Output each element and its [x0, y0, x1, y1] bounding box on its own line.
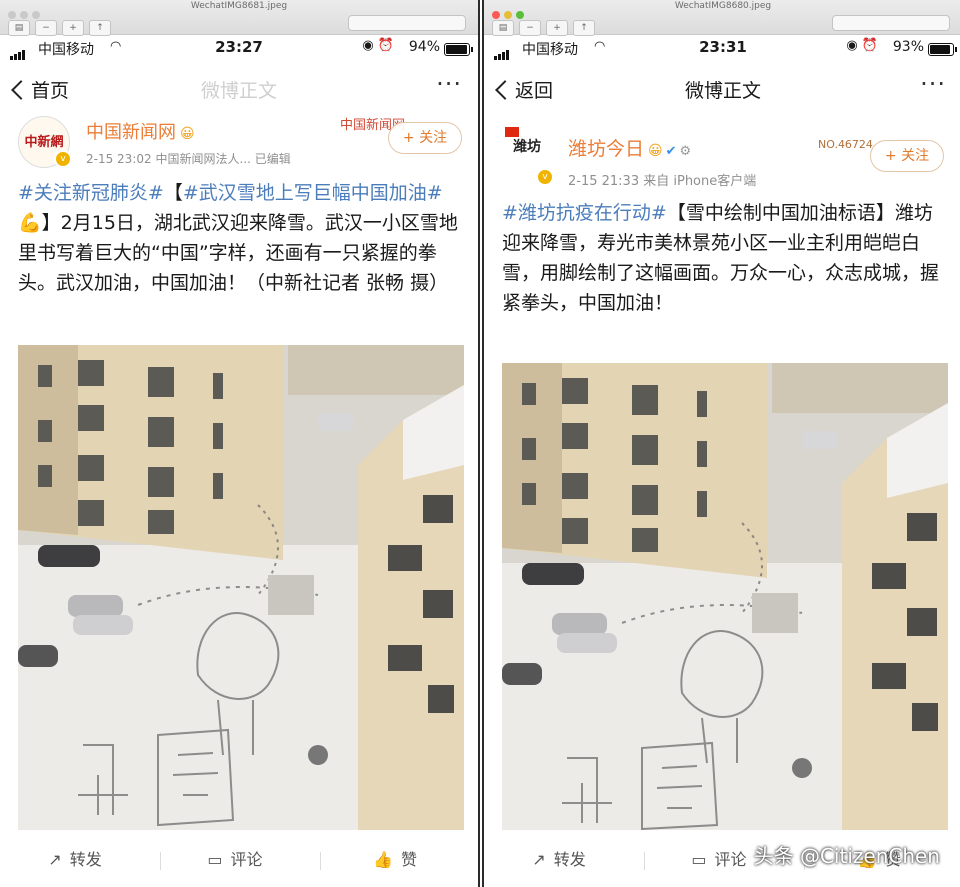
- battery-icon: [444, 43, 473, 56]
- snow-photo-illustration: [502, 363, 948, 830]
- avatar-logo-text: 中新網: [24, 135, 64, 150]
- verified-badge-icon: v: [54, 150, 72, 168]
- preview-window-toolbar: WechatIMG8681.jpeg ▤ − + ↑: [0, 0, 478, 36]
- preview-tools: ▤ − + ↑: [8, 15, 116, 36]
- avatar-logo-text: 潍坊: [513, 139, 541, 155]
- follow-button[interactable]: + 关注: [870, 140, 944, 172]
- flag-icon: [505, 127, 519, 137]
- battery-percentage: 93%: [892, 39, 924, 55]
- ios-status-bar: 中国移动 ◠ 23:31 ◉ ⏰ 93%: [484, 36, 960, 62]
- post-photo-snow-courtyard[interactable]: [502, 363, 948, 830]
- author-name[interactable]: 中国新闻网 😀: [86, 118, 195, 144]
- snow-photo-illustration: [18, 345, 464, 830]
- zoom-in-icon[interactable]: +: [546, 20, 568, 36]
- nav-title: 微博正文: [684, 80, 761, 102]
- window-filename: WechatIMG8680.jpeg: [674, 1, 772, 11]
- preview-tools: ▤ − + ↑: [492, 15, 600, 36]
- hashtag-link[interactable]: #武汉雪地上写巨幅中国加油#: [183, 182, 443, 204]
- alarm-icon: ◉ ⏰: [846, 38, 878, 53]
- comment-icon: ▭: [207, 850, 223, 869]
- zoom-out-icon[interactable]: −: [519, 20, 541, 36]
- level-badge-icon: ⚙: [679, 144, 692, 159]
- emoji-badge-icon: 😀: [648, 143, 663, 159]
- right-screenshot-panel: WechatIMG8680.jpeg ▤ − + ↑ 中国移动 ◠ 23:31 ◉ ⏰…: [482, 0, 960, 887]
- emoji-badge-icon: 😀: [180, 126, 195, 142]
- follow-button[interactable]: + 关注: [388, 122, 462, 154]
- hashtag-link[interactable]: #关注新冠肺炎#: [18, 182, 164, 204]
- like-button[interactable]: 👍 赞: [320, 846, 470, 870]
- repost-label: 转发: [553, 850, 586, 869]
- repost-button[interactable]: ↗ 转发: [484, 846, 634, 870]
- battery-percentage: 94%: [408, 39, 440, 55]
- share-icon[interactable]: ↑: [573, 20, 595, 36]
- repost-icon: ↗: [48, 850, 62, 869]
- status-time: 23:27: [215, 38, 263, 56]
- window-filename: WechatIMG8681.jpeg: [190, 1, 288, 11]
- ios-status-bar: 中国移动 ◠ 23:27 ◉ ⏰ 94%: [0, 36, 478, 62]
- alarm-icon: ◉ ⏰: [362, 38, 394, 53]
- preview-window-toolbar: WechatIMG8680.jpeg ▤ − + ↑: [484, 0, 960, 36]
- author-name[interactable]: 潍坊今日 😀 ✔ ⚙: [568, 134, 691, 161]
- post-body: #关注新冠肺炎#【#武汉雪地上写巨幅中国加油# 💪】2月15日，湖北武汉迎来降雪。…: [18, 178, 464, 298]
- window-search-field[interactable]: [832, 15, 950, 31]
- body-bracket: 【: [163, 182, 183, 204]
- hashtag-link[interactable]: #潍坊抗疫在行动#: [502, 202, 667, 224]
- nav-title: 微博正文: [200, 80, 277, 102]
- fans-badge: NO.46724: [818, 138, 873, 151]
- post-photo-snow-courtyard[interactable]: [18, 345, 464, 830]
- more-dots-icon[interactable]: ···: [436, 70, 462, 98]
- thumbs-up-icon: 👍: [373, 850, 393, 869]
- post-action-bar: ↗ 转发 ▭ 评论 👍 赞: [0, 842, 478, 878]
- sidebar-toggle-icon[interactable]: ▤: [492, 20, 514, 36]
- window-search-field[interactable]: [348, 15, 466, 31]
- weibo-nav-bar: 返回 微博正文 ···: [484, 70, 960, 110]
- comment-label: 评论: [230, 850, 263, 869]
- verified-badge-icon: v: [536, 168, 554, 186]
- post-meta: 2-15 23:02 中国新闻网法人... 已编辑: [86, 152, 291, 166]
- zoom-out-icon[interactable]: −: [35, 20, 57, 36]
- weibo-nav-bar: 首页 微博正文 ···: [0, 70, 478, 110]
- author-name-text: 潍坊今日: [568, 138, 645, 160]
- repost-label: 转发: [69, 850, 102, 869]
- more-dots-icon[interactable]: ···: [920, 70, 946, 98]
- author-name-text: 中国新闻网: [86, 122, 176, 143]
- repost-icon: ↗: [532, 850, 546, 869]
- avatar[interactable]: 潍坊: [502, 124, 552, 174]
- comment-button[interactable]: ▭ 评论: [160, 846, 310, 870]
- left-screenshot-panel: WechatIMG8681.jpeg ▤ − + ↑ 中国移动 ◠ 23:27 ◉ ⏰…: [0, 0, 480, 887]
- post-text: 💪】2月15日，湖北武汉迎来降雪。武汉一小区雪地里书写着巨大的“中国”字样，还画…: [18, 212, 458, 294]
- zoom-in-icon[interactable]: +: [62, 20, 84, 36]
- share-icon[interactable]: ↑: [89, 20, 111, 36]
- like-label: 赞: [400, 850, 417, 869]
- post-author-header: 中新網 v 中国新闻网 😀 中国新闻网 2-15 23:02 中国新闻网法人...…: [0, 114, 478, 178]
- status-time: 23:31: [699, 38, 747, 56]
- member-badge-icon: ✔: [665, 144, 677, 159]
- post-meta: 2-15 21:33 来自 iPhone客户端: [568, 174, 757, 189]
- post-body: #潍坊抗疫在行动#【雪中绘制中国加油标语】潍坊迎来降雪，寿光市美林景苑小区一业主…: [502, 198, 950, 318]
- battery-icon: [928, 43, 957, 56]
- post-author-header: 潍坊 v 潍坊今日 😀 ✔ ⚙ NO.46724 2-15 21:33 来自 iPho…: [484, 114, 960, 189]
- comment-icon: ▭: [691, 850, 707, 869]
- watermark: 头条 @CitizenChen: [753, 844, 940, 868]
- comment-label: 评论: [714, 850, 747, 869]
- sidebar-toggle-icon[interactable]: ▤: [8, 20, 30, 36]
- repost-button[interactable]: ↗ 转发: [0, 846, 150, 870]
